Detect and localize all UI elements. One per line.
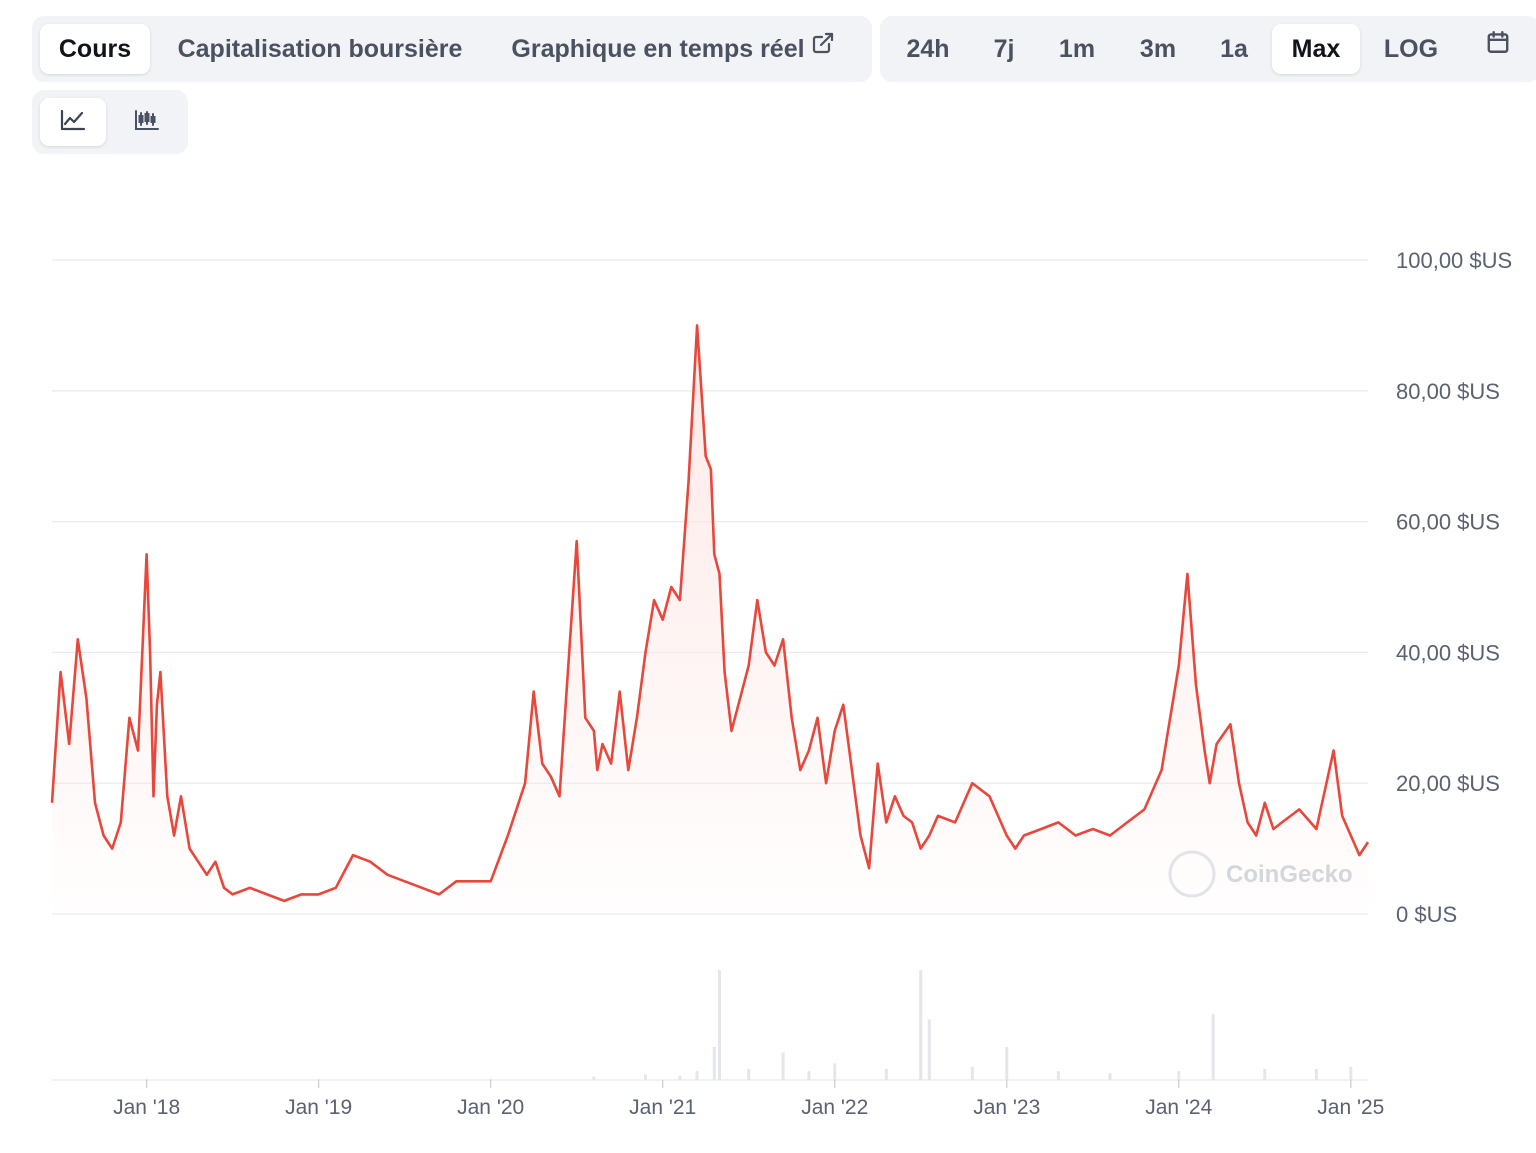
candlestick-chart-button[interactable] bbox=[114, 98, 180, 146]
volume-bar bbox=[717, 970, 721, 1080]
price-area bbox=[52, 325, 1368, 914]
x-tick-label: Jan '23 bbox=[973, 1096, 1040, 1119]
chart-type-selector bbox=[32, 90, 188, 154]
range-log-label: LOG bbox=[1383, 35, 1439, 63]
range-24h[interactable]: 24h bbox=[888, 24, 968, 74]
x-tick-label: Jan '21 bbox=[629, 1096, 696, 1119]
y-axis: 100,00 $US 80,00 $US 60,00 $US 40,00 $US 20,… bbox=[1396, 248, 1512, 927]
volume-bar bbox=[927, 1019, 931, 1080]
watermark-text: CoinGecko bbox=[1226, 861, 1353, 888]
volume-bar bbox=[1263, 1069, 1267, 1080]
range-max[interactable]: Max bbox=[1272, 24, 1360, 74]
volume-bar bbox=[970, 1066, 974, 1080]
volume-bar bbox=[1349, 1066, 1353, 1080]
tab-market-cap-label: Capitalisation boursière bbox=[177, 35, 463, 63]
volume-bar bbox=[712, 1047, 716, 1080]
range-log[interactable]: LOG bbox=[1366, 24, 1456, 74]
calendar-button[interactable] bbox=[1470, 24, 1526, 74]
volume-bar bbox=[807, 1071, 811, 1080]
volume-bar bbox=[1211, 1014, 1215, 1080]
y-tick-label: 0 $US bbox=[1396, 902, 1457, 927]
volume-bar bbox=[1314, 1069, 1318, 1080]
chart-tabs: Cours Capitalisation boursière Graphique… bbox=[32, 16, 872, 82]
volume-bar bbox=[489, 1078, 493, 1080]
volume-bar bbox=[884, 1069, 888, 1080]
tab-market-cap[interactable]: Capitalisation boursière bbox=[158, 24, 482, 74]
volume-bar bbox=[1056, 1071, 1060, 1080]
range-3m[interactable]: 3m bbox=[1118, 24, 1198, 74]
volume-bar bbox=[1005, 1047, 1009, 1080]
y-tick-label: 20,00 $US bbox=[1396, 771, 1500, 796]
range-1m[interactable]: 1m bbox=[1040, 24, 1114, 74]
toolbar: Cours Capitalisation boursière Graphique… bbox=[32, 16, 1536, 82]
volume-bar bbox=[781, 1052, 785, 1080]
range-7j-label: 7j bbox=[993, 35, 1015, 63]
range-max-label: Max bbox=[1291, 35, 1341, 63]
tab-live-chart[interactable]: Graphique en temps réel bbox=[492, 24, 854, 74]
range-24h-label: 24h bbox=[906, 35, 950, 63]
volume-bar bbox=[678, 1075, 682, 1080]
tab-live-chart-label: Graphique en temps réel bbox=[511, 35, 805, 63]
y-tick-label: 60,00 $US bbox=[1396, 510, 1500, 535]
candlestick-chart-icon bbox=[133, 108, 161, 137]
volume-bar bbox=[145, 1078, 149, 1080]
volume-bar bbox=[1177, 1071, 1181, 1080]
tab-price[interactable]: Cours bbox=[40, 24, 150, 74]
external-link-icon bbox=[811, 22, 835, 72]
range-7j[interactable]: 7j bbox=[972, 24, 1036, 74]
range-3m-label: 3m bbox=[1139, 35, 1177, 63]
x-tick-label: Jan '25 bbox=[1317, 1096, 1384, 1119]
line-chart-icon bbox=[59, 108, 87, 137]
y-tick-label: 40,00 $US bbox=[1396, 640, 1500, 665]
x-tick-label: Jan '19 bbox=[285, 1096, 352, 1119]
time-range-selector: 24h 7j 1m 3m 1a Max LOG bbox=[880, 16, 1536, 82]
x-tick-label: Jan '20 bbox=[457, 1096, 524, 1119]
volume-bar bbox=[695, 1071, 699, 1080]
volume-bar bbox=[919, 970, 923, 1080]
x-tick-label: Jan '22 bbox=[801, 1096, 868, 1119]
calendar-icon bbox=[1485, 22, 1511, 72]
volume-bar bbox=[1108, 1073, 1112, 1080]
tab-price-label: Cours bbox=[58, 35, 132, 63]
volume-bar bbox=[317, 1078, 321, 1080]
range-1a-label: 1a bbox=[1220, 35, 1248, 63]
range-1m-label: 1m bbox=[1058, 35, 1096, 63]
volume-bar bbox=[643, 1074, 647, 1080]
x-tick-label: Jan '24 bbox=[1145, 1096, 1212, 1119]
volume-bar bbox=[833, 1063, 837, 1080]
volume-bar bbox=[747, 1069, 751, 1080]
y-tick-label: 80,00 $US bbox=[1396, 379, 1500, 404]
range-1a[interactable]: 1a bbox=[1202, 24, 1266, 74]
line-chart-button[interactable] bbox=[40, 98, 106, 146]
price-chart[interactable]: CoinGecko 100,00 $US 80,00 $US 60,00 $US 40… bbox=[0, 170, 1536, 1130]
volume-bars bbox=[145, 970, 1353, 1080]
x-axis: Jan '18 Jan '19 Jan '20 Jan '21 Jan '22 Jan '… bbox=[113, 1080, 1384, 1119]
volume-bar bbox=[592, 1076, 596, 1080]
x-tick-label: Jan '18 bbox=[113, 1096, 180, 1119]
y-tick-label: 100,00 $US bbox=[1396, 248, 1512, 273]
